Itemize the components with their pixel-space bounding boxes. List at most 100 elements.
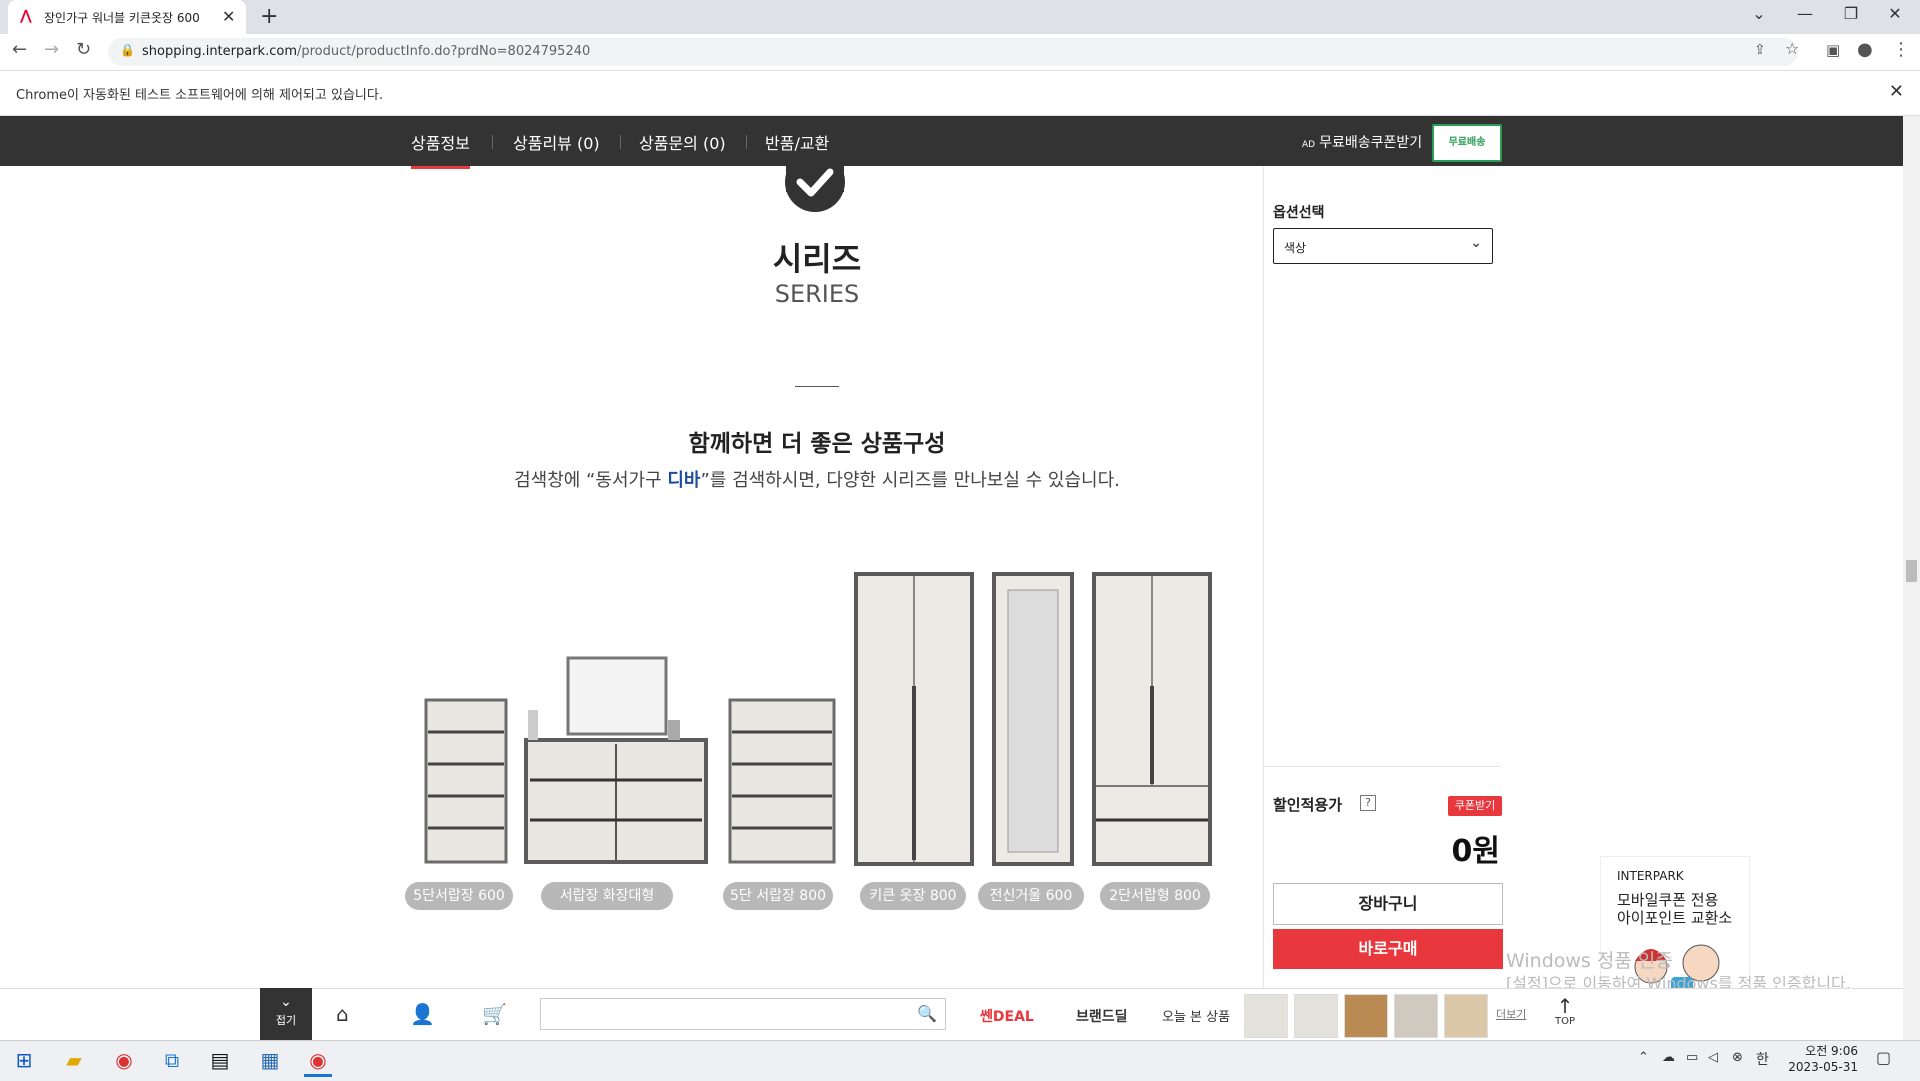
tall-wardrobe-800-image xyxy=(854,572,974,866)
full-mirror-600-image xyxy=(992,572,1074,866)
tab-reviews[interactable]: 상품리뷰 (0) xyxy=(513,130,600,154)
ad-tag: AD xyxy=(1302,140,1316,150)
tab-return-exchange[interactable]: 반품/교환 xyxy=(765,130,829,154)
fold-label: 접기 xyxy=(275,1014,297,1027)
terminal-icon[interactable]: ▤ xyxy=(206,1046,234,1074)
tab-search-icon[interactable]: ⌄ xyxy=(1736,4,1782,23)
menu-icon[interactable]: ⋮ xyxy=(1892,39,1910,60)
browser-tab-strip: ⋀ 장인가구 워너블 키큰옷장 600 ✕ + ⌄ — ❐ ✕ xyxy=(0,0,1920,34)
clock-date: 2023-05-31 xyxy=(1788,1060,1858,1074)
file-explorer-icon[interactable]: ▰ xyxy=(60,1046,88,1074)
windows-taskbar xyxy=(0,1040,1920,1081)
forward-icon[interactable]: → xyxy=(44,39,59,60)
profile-icon[interactable]: ● xyxy=(1857,39,1873,60)
recent-product-thumb[interactable] xyxy=(1244,994,1288,1038)
drawer-chest-800-image xyxy=(728,698,836,864)
brand-deal-link[interactable]: 브랜드딜 xyxy=(1076,1006,1128,1026)
more-link[interactable]: 더보기 xyxy=(1496,1006,1526,1022)
network-icon[interactable]: ▭ xyxy=(1686,1050,1698,1065)
drawer-chest-600-image xyxy=(424,698,508,864)
url-text: shopping.interpark.com/product/productIn… xyxy=(142,44,591,59)
option-select-value: 색상 xyxy=(1284,241,1307,255)
infobar-text: Chrome이 자동화된 테스트 소프트웨어에 의해 제어되고 있습니다. xyxy=(16,88,383,103)
product-label-pill[interactable]: 5단 서랍장 800 xyxy=(723,882,833,910)
recent-product-thumb[interactable] xyxy=(1294,994,1338,1038)
section-divider xyxy=(795,386,839,387)
ssen-deal-link[interactable]: 쎈DEAL xyxy=(980,1006,1034,1026)
restore-button[interactable]: ❐ xyxy=(1828,4,1874,23)
lock-icon: 🔒 xyxy=(120,43,135,57)
close-window-button[interactable]: ✕ xyxy=(1872,4,1918,23)
home-icon[interactable]: ⌂ xyxy=(336,1002,349,1026)
scroll-top-button[interactable]: ↑ TOP xyxy=(1550,996,1580,1027)
chrome-icon[interactable]: ◉ xyxy=(110,1046,138,1074)
back-icon[interactable]: ← xyxy=(12,39,27,60)
product-label-pill[interactable]: 전신거울 600 xyxy=(978,882,1084,910)
nav-separator xyxy=(620,135,621,149)
ime-indicator[interactable]: 한 xyxy=(1756,1049,1769,1069)
recent-product-thumb[interactable] xyxy=(1344,994,1388,1038)
share-icon[interactable]: ⇪ xyxy=(1754,42,1766,58)
clock-time: 오전 9:06 xyxy=(1805,1044,1858,1058)
notification-icon[interactable]: ▢ xyxy=(1876,1048,1891,1067)
series-subline: 검색창에 “동서가구 디바”를 검색하시면, 다양한 시리즈를 만나보실 수 있… xyxy=(514,470,1120,491)
minimize-button[interactable]: — xyxy=(1782,4,1828,23)
search-icon[interactable]: 🔍 xyxy=(917,1004,937,1023)
add-to-cart-button[interactable]: 장바구니 xyxy=(1273,883,1503,925)
panel-divider xyxy=(1263,766,1501,767)
side-panel-icon[interactable]: ▣ xyxy=(1826,41,1840,59)
chrome-active-icon[interactable]: ◉ xyxy=(304,1046,332,1077)
onedrive-icon[interactable]: ☁ xyxy=(1662,1050,1675,1065)
windows-start-icon[interactable]: ⊞ xyxy=(10,1046,38,1074)
recent-product-thumb[interactable] xyxy=(1394,994,1438,1038)
browser-tab[interactable]: ⋀ 장인가구 워너블 키큰옷장 600 ✕ xyxy=(8,0,246,34)
help-icon[interactable]: ? xyxy=(1360,795,1376,811)
volume-muted-icon[interactable]: ◁ xyxy=(1708,1050,1718,1065)
get-coupon-button[interactable]: 쿠폰받기 xyxy=(1448,796,1502,816)
product-label-pill[interactable]: 서랍장 화장대형 xyxy=(541,882,673,910)
free-shipping-coupon-link[interactable]: AD 무료배송쿠폰받기 xyxy=(1302,132,1422,152)
tray-chevron-up-icon[interactable]: ⌃ xyxy=(1638,1050,1649,1065)
automation-infobar: Chrome이 자동화된 테스트 소프트웨어에 의해 제어되고 있습니다. ✕ xyxy=(0,71,1920,116)
furniture-series-image xyxy=(424,572,1212,866)
scrollbar-thumb[interactable] xyxy=(1906,560,1917,582)
check-circle-icon xyxy=(785,162,845,212)
vanity-dresser-image xyxy=(524,656,708,864)
series-headline: 함께하면 더 좋은 상품구성 xyxy=(688,431,946,457)
buy-now-button[interactable]: 바로구매 xyxy=(1273,929,1503,969)
python-app-icon[interactable]: ▦ xyxy=(256,1046,284,1074)
vscode-icon[interactable]: ⧉ xyxy=(158,1046,186,1074)
recently-viewed-label: 오늘 본 상품 xyxy=(1162,1010,1231,1025)
new-tab-button[interactable]: + xyxy=(260,4,278,29)
discount-price-label: 할인적용가 xyxy=(1273,796,1343,814)
user-icon[interactable]: 👤 xyxy=(410,1002,435,1026)
promo-brand: INTERPARK xyxy=(1617,869,1684,883)
free-shipping-badge[interactable]: 무료배송 xyxy=(1432,124,1502,162)
product-label-pill[interactable]: 5단서랍장 600 xyxy=(405,882,513,910)
recent-product-thumb[interactable] xyxy=(1444,994,1488,1038)
status-x-icon[interactable]: ⊗ xyxy=(1732,1050,1743,1065)
address-bar[interactable]: 🔒 shopping.interpark.com/product/product… xyxy=(108,38,1798,66)
taskbar-clock[interactable]: 오전 9:06 2023-05-31 xyxy=(1780,1043,1858,1075)
cart-icon[interactable]: 🛒 xyxy=(482,1002,507,1026)
fold-button[interactable]: ⌄ 접기 xyxy=(260,988,312,1040)
discount-price: 0원 xyxy=(1451,834,1500,869)
top-label: TOP xyxy=(1554,1016,1575,1027)
windows-activation-title: Windows 정품 인증 xyxy=(1506,950,1673,972)
infobar-close-icon[interactable]: ✕ xyxy=(1889,81,1904,102)
interpark-favicon-icon: ⋀ xyxy=(20,8,32,24)
product-label-pill[interactable]: 키큰 옷장 800 xyxy=(860,882,966,910)
option-select[interactable]: 색상 ⌄ xyxy=(1273,228,1493,264)
tab-close-icon[interactable]: ✕ xyxy=(222,7,235,26)
nav-separator xyxy=(492,135,493,149)
option-label: 옵션선택 xyxy=(1273,205,1325,221)
bottom-search-input[interactable]: 🔍 xyxy=(540,998,946,1030)
tab-inquiry[interactable]: 상품문의 (0) xyxy=(639,130,726,154)
product-label-pill[interactable]: 2단서랍형 800 xyxy=(1100,882,1210,910)
tab-product-info[interactable]: 상품정보 xyxy=(411,130,470,169)
chevron-down-icon: ⌄ xyxy=(1470,235,1482,251)
reload-icon[interactable]: ↻ xyxy=(76,39,91,60)
browser-toolbar: ← → ↻ 🔒 shopping.interpark.com/product/p… xyxy=(0,34,1920,71)
bookmark-star-icon[interactable]: ☆ xyxy=(1785,39,1799,58)
product-tab-nav: 상품정보 상품리뷰 (0) 상품문의 (0) 반품/교환 AD 무료배송쿠폰받기 … xyxy=(0,116,1903,169)
